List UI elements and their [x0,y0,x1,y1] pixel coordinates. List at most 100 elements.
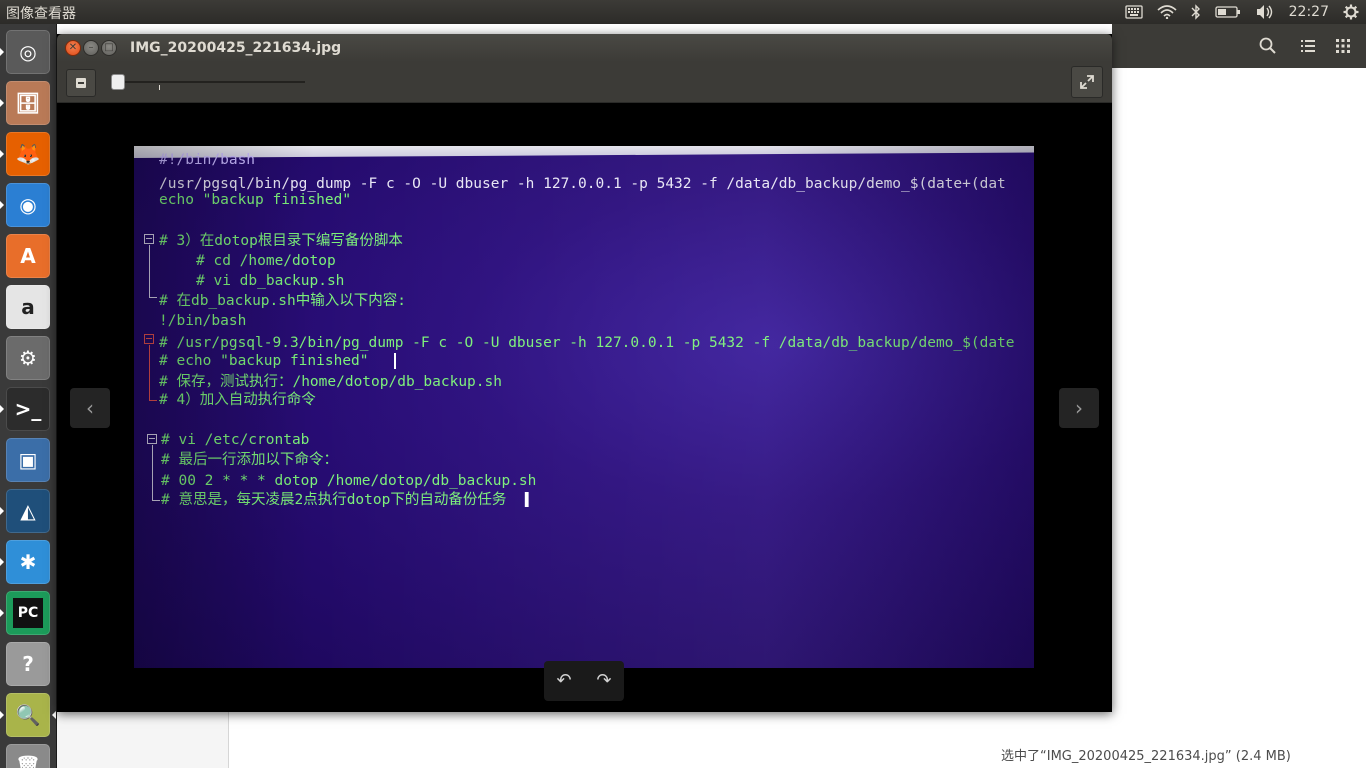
code-line: # 在db_backup.sh中输入以下内容: [159,293,406,309]
clock[interactable]: 22:27 [1289,4,1329,20]
maximize-icon: □ [104,42,114,53]
launcher-system-settings[interactable]: ⚙ [6,336,50,380]
code-line: # 最后一行添加以下命令： [161,452,338,468]
next-image-button[interactable]: › [1059,388,1099,428]
launcher-trash[interactable]: 🗑 [6,744,50,768]
fullscreen-button[interactable] [1071,66,1103,98]
code-line: # 意思是，每天凌晨2点执行dotop下的自动备份任务 [161,492,507,508]
focused-indicator [52,711,56,719]
minimize-icon: – [88,42,94,53]
code-line: #!/bin/bash [159,152,256,168]
rotate-left-icon: ↶ [556,670,572,691]
running-indicator [0,48,4,56]
file-manager-header [1112,24,1366,68]
code-line: echo "backup finished" [159,192,352,208]
rotate-toolbar: ↶ ↷ [544,661,624,701]
code-line: !/bin/bash [159,313,247,329]
launcher-terminal[interactable]: >_ [6,387,50,431]
zoom-out-button[interactable] [66,69,96,97]
file-status-bar: 选中了“IMG_20200425_221634.jpg” (2.4 MB) [1001,749,1291,764]
running-indicator [0,201,4,209]
code-line: # 00 2 * * * dotop /home/dotop/db_backup… [161,473,537,489]
virtualbox-icon: ▣ [18,448,38,472]
tree-line [149,400,157,401]
list-view-icon[interactable] [1298,36,1318,56]
launcher-dash-home[interactable]: ◎ [6,30,50,74]
fold-marker[interactable] [144,234,154,244]
tree-line [149,297,157,298]
search-icon[interactable] [1258,36,1278,56]
file-manager-sidebar [57,712,229,768]
pycharm-icon: PC [13,598,43,628]
mouse-ibeam-cursor: I [523,488,531,512]
wifi-icon[interactable] [1157,5,1177,19]
window-titlebar[interactable]: ✕ – □ IMG_20200425_221634.jpg [57,34,1112,62]
rotate-right-button[interactable]: ↷ [594,671,614,691]
files-icon: 🗄 [15,91,41,115]
keyboard-icon[interactable] [1124,5,1143,19]
running-indicator [0,405,4,413]
amazon-icon: a [21,295,35,319]
launcher-kde-app[interactable]: ✱ [6,540,50,584]
kde-app-icon: ✱ [19,550,37,574]
launcher-firefox[interactable]: 🦊 [6,132,50,176]
system-settings-icon: ⚙ [19,346,37,370]
volume-icon[interactable] [1255,4,1275,20]
code-line: # /usr/pgsql-9.3/bin/pg_dump -F c -O -U … [159,335,1015,351]
close-button[interactable]: ✕ [65,40,81,56]
zoom-slider[interactable] [111,81,305,83]
launcher-virtualbox[interactable]: ▣ [6,438,50,482]
fullscreen-icon [1080,75,1094,89]
firefox-icon: 🦊 [15,142,41,166]
grid-view-icon[interactable] [1333,36,1353,56]
launcher-software-center[interactable]: A [6,234,50,278]
top-panel: 图像查看器 22:27 [0,0,1366,24]
running-indicator [0,711,4,719]
launcher: ◎ 🗄 🦊 ◉ Aa ⚙ >_ ▣ ◭ ✱ PC? 🔍 🗑 [0,24,57,768]
running-indicator [0,507,4,515]
active-app-name: 图像查看器 [6,6,76,22]
chevron-right-icon: › [1075,396,1083,420]
running-indicator [0,558,4,566]
launcher-pycharm[interactable]: PC [6,591,50,635]
minus-icon [78,82,84,84]
image-viewer-icon: 🔍 [15,703,41,727]
launcher-image-viewer[interactable]: 🔍 [6,693,50,737]
code-line: # 4）加入自动执行命令 [159,392,316,408]
close-icon: ✕ [68,42,78,53]
running-indicator [0,99,4,107]
trash-icon: 🗑 [15,754,41,768]
tree-line [152,500,160,501]
previous-image-button[interactable]: ‹ [70,388,110,428]
zoom-slider-handle[interactable] [110,74,125,90]
battery-icon[interactable] [1214,5,1241,19]
running-indicator [0,150,4,158]
fold-marker[interactable] [144,334,154,344]
fold-marker[interactable] [147,434,157,444]
software-center-icon: A [20,244,36,268]
launcher-amazon[interactable]: a [6,285,50,329]
chevron-left-icon: ‹ [86,396,94,420]
text-cursor [394,353,396,369]
settings-gear-icon[interactable] [1343,4,1359,20]
maximize-button[interactable]: □ [101,40,117,56]
terminal-icon: >_ [14,397,42,421]
tree-line [149,345,150,400]
tree-line [149,245,150,297]
launcher-mysql-workbench[interactable]: ◭ [6,489,50,533]
code-line: # 3）在dotop根目录下编写备份脚本 [159,233,403,249]
system-tray: 22:27 [1118,0,1366,24]
tree-line [152,445,153,500]
rotate-left-button[interactable]: ↶ [554,671,574,691]
photo: #!/bin/bash /usr/pgsql/bin/pg_dump -F c … [134,146,1034,668]
code-line: # vi db_backup.sh [196,273,345,289]
launcher-files[interactable]: 🗄 [6,81,50,125]
viewer-toolbar [57,62,1112,103]
code-line: # vi /etc/crontab [161,432,310,448]
minimize-button[interactable]: – [83,40,99,56]
file-manager-content [230,712,1112,768]
bluetooth-icon[interactable] [1191,4,1201,20]
launcher-chrome[interactable]: ◉ [6,183,50,227]
launcher-help[interactable]: ? [6,642,50,686]
image-stage: #!/bin/bash /usr/pgsql/bin/pg_dump -F c … [57,103,1112,712]
